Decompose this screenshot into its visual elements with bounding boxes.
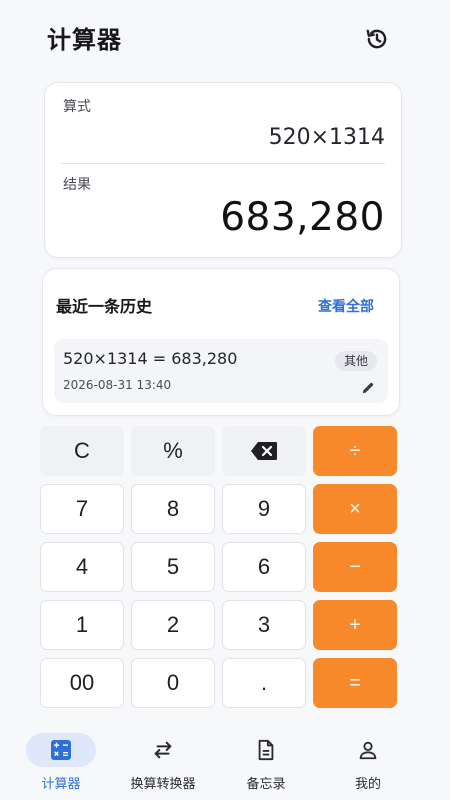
equals-button[interactable]: = <box>313 658 397 708</box>
digit-5-button[interactable]: 5 <box>131 542 215 592</box>
digit-7-button[interactable]: 7 <box>40 484 124 534</box>
nav-icon-container <box>333 733 403 767</box>
digit-8-button[interactable]: 8 <box>131 484 215 534</box>
nav-icon-container <box>26 733 96 767</box>
swap-icon <box>154 741 172 759</box>
key-label: 5 <box>166 554 180 579</box>
nav-item-memo[interactable]: 备忘录 <box>211 725 321 800</box>
app-header: 计算器 <box>0 0 450 76</box>
nav-label: 换算转换器 <box>130 777 196 792</box>
expression-display: 520×1314 <box>268 125 385 150</box>
pencil-icon <box>362 382 374 394</box>
key-label: % <box>163 438 183 463</box>
nav-item-profile[interactable]: 我的 <box>313 725 423 800</box>
expression-label: 算式 <box>63 99 91 115</box>
key-label: = <box>349 671 361 694</box>
digit-1-button[interactable]: 1 <box>40 600 124 650</box>
key-label: − <box>349 555 361 578</box>
view-all-link[interactable]: 查看全部 <box>318 296 374 316</box>
history-datetime: 2026-08-31 13:40 <box>63 378 172 392</box>
page-title: 计算器 <box>47 26 122 54</box>
nav-label: 我的 <box>354 777 381 792</box>
divide-button[interactable]: ÷ <box>313 426 397 476</box>
document-icon <box>258 739 274 761</box>
nav-icon-container <box>231 733 301 767</box>
backspace-icon <box>251 442 277 460</box>
digit-0-button[interactable]: 0 <box>131 658 215 708</box>
key-label: 7 <box>75 496 89 521</box>
nav-label: 备忘录 <box>246 777 286 792</box>
subtract-button[interactable]: − <box>313 542 397 592</box>
key-label: × <box>349 497 361 520</box>
decimal-button[interactable]: . <box>222 658 306 708</box>
history-list-item[interactable]: 520×1314 = 683,280 2026-08-31 13:40 其他 <box>54 339 388 403</box>
double-zero-button[interactable]: 00 <box>40 658 124 708</box>
key-label: 8 <box>166 496 180 521</box>
clear-button[interactable]: C <box>40 426 124 476</box>
digit-3-button[interactable]: 3 <box>222 600 306 650</box>
key-label: 0 <box>166 670 180 695</box>
user-icon <box>359 741 377 760</box>
result-display: 683,280 <box>220 195 385 240</box>
key-label: 2 <box>166 612 180 637</box>
key-label: 00 <box>69 670 95 695</box>
multiply-button[interactable]: × <box>313 484 397 534</box>
key-label: 4 <box>75 554 89 579</box>
key-label: . <box>260 670 268 695</box>
calculator-icon <box>51 740 71 760</box>
edit-button[interactable] <box>361 380 375 394</box>
digit-4-button[interactable]: 4 <box>40 542 124 592</box>
nav-item-calculator[interactable]: 计算器 <box>6 725 116 800</box>
key-label: ÷ <box>349 439 361 462</box>
history-category-badge[interactable]: 其他 <box>334 351 377 371</box>
nav-label: 计算器 <box>41 777 81 792</box>
display-panel: 算式 520×1314 结果 683,280 <box>44 82 402 258</box>
bottom-navigation: 计算器 换算转换器 备忘录 我的 <box>0 725 450 800</box>
nav-icon-container <box>128 733 198 767</box>
add-button[interactable]: + <box>313 600 397 650</box>
recent-history-title: 最近一条历史 <box>56 297 153 316</box>
recent-history-card: 最近一条历史 查看全部 520×1314 = 683,280 2026-08-3… <box>42 268 400 416</box>
history-icon <box>366 29 387 49</box>
history-button[interactable] <box>362 24 392 54</box>
key-label: 6 <box>257 554 271 579</box>
percent-button[interactable]: % <box>131 426 215 476</box>
key-label: 1 <box>75 612 89 637</box>
backspace-button[interactable] <box>222 426 306 476</box>
result-label: 结果 <box>63 177 91 193</box>
key-label: + <box>349 613 361 636</box>
nav-item-converter[interactable]: 换算转换器 <box>108 725 218 800</box>
history-expression: 520×1314 = 683,280 <box>63 349 238 368</box>
key-label: 3 <box>257 612 271 637</box>
digit-2-button[interactable]: 2 <box>131 600 215 650</box>
key-label: 9 <box>257 496 271 521</box>
display-divider <box>61 163 385 164</box>
key-label: C <box>74 438 90 463</box>
digit-6-button[interactable]: 6 <box>222 542 306 592</box>
digit-9-button[interactable]: 9 <box>222 484 306 534</box>
